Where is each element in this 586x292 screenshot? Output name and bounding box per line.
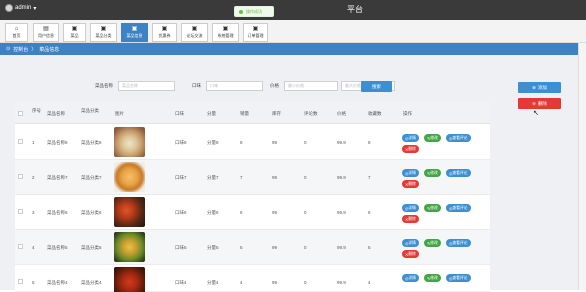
- toast-message: 操作成功: [246, 8, 262, 14]
- grid-icon: ▣: [71, 26, 78, 32]
- grid-icon: ▣: [131, 26, 138, 32]
- mouse-cursor-icon: ↖: [533, 110, 539, 117]
- tab-dish-category[interactable]: ▣ 菜品分类: [90, 23, 117, 42]
- scrollbar[interactable]: [578, 43, 586, 290]
- header-favorites: 收藏数: [368, 111, 382, 116]
- dish-image: [114, 127, 145, 157]
- grid-icon: ▣: [191, 26, 198, 32]
- chevron-down-icon: ▾: [33, 5, 37, 12]
- tab-coupons[interactable]: ▣ 优惠券: [152, 23, 177, 42]
- tab-home[interactable]: ⌂ 首页: [5, 23, 28, 42]
- header-image: 图片: [115, 111, 124, 116]
- price-label: 价格: [270, 83, 279, 88]
- header-name: 菜品名称: [47, 111, 65, 116]
- dashboard-icon: ⊙: [6, 46, 11, 52]
- dish-image: [114, 197, 145, 227]
- detail-button[interactable]: ◎ 详情: [402, 239, 419, 247]
- grid-icon: ▣: [161, 26, 168, 32]
- breadcrumb-separator-icon: 〉: [31, 46, 37, 53]
- header-portion: 分量: [207, 111, 216, 116]
- view-comments-button[interactable]: ◎ 查看评论: [446, 239, 471, 247]
- tab-dish-info[interactable]: ▣ 菜品信息: [121, 23, 148, 42]
- delete-button[interactable]: ✕ 删除: [402, 215, 419, 223]
- view-comments-button[interactable]: ◎ 查看评论: [446, 274, 471, 282]
- delete-icon: ⊖: [532, 100, 536, 106]
- detail-button[interactable]: ◎ 详情: [402, 169, 419, 177]
- main-content: 菜品名称 菜品名称 口味 口味 价格 最小价格 最大价格 搜索 ⊕ 添加 ⊖ 删除 …: [0, 55, 586, 292]
- tab-orders[interactable]: ▣ 订单管理: [243, 23, 268, 42]
- row-checkbox[interactable]: [18, 244, 23, 249]
- table-row: 5 菜品名称4 菜品分类4 口味4 分量4 4 99 0 99.9 4 ◎ 详情…: [15, 265, 490, 292]
- row-checkbox[interactable]: [18, 174, 23, 179]
- app-title: 平台: [347, 5, 363, 14]
- breadcrumb: ⊙ 控制台 〉 菜品信息: [0, 43, 586, 55]
- user-list-icon: ▤: [43, 26, 49, 32]
- success-toast: 操作成功: [234, 6, 274, 17]
- detail-button[interactable]: ◎ 详情: [402, 204, 419, 212]
- header-comments: 评论数: [304, 111, 318, 116]
- edit-button[interactable]: ✎ 修改: [424, 239, 441, 247]
- view-comments-button[interactable]: ◎ 查看评论: [446, 204, 471, 212]
- row-checkbox[interactable]: [18, 209, 23, 214]
- check-icon: [239, 9, 243, 14]
- user-menu[interactable]: admin ▾: [5, 4, 36, 12]
- grid-icon: ▣: [222, 26, 229, 32]
- plus-icon: ⊕: [532, 84, 536, 90]
- table-row: 1 菜品名称8 菜品分类8 口味8 分量8 8 99 0 99.9 8 ◎ 详情…: [15, 125, 490, 160]
- breadcrumb-home[interactable]: 控制台: [13, 46, 28, 53]
- table-row: 4 菜品名称5 菜品分类5 口味5 分量5 5 99 0 99.9 5 ◎ 详情…: [15, 230, 490, 265]
- home-icon: ⌂: [14, 26, 19, 32]
- tab-dishes[interactable]: ▣ 菜品: [63, 23, 86, 42]
- header-category: 菜品分类: [81, 108, 99, 113]
- delete-button[interactable]: ✕ 删除: [402, 250, 419, 258]
- edit-button[interactable]: ✎ 修改: [424, 134, 441, 142]
- row-checkbox[interactable]: [18, 279, 23, 284]
- grid-icon: ▣: [252, 26, 259, 32]
- tab-system[interactable]: ▣ 系统管理: [212, 23, 239, 42]
- breadcrumb-current: 菜品信息: [39, 46, 60, 53]
- search-form: 菜品名称 菜品名称 口味 口味 价格 最小价格 最大价格: [95, 81, 395, 91]
- header-price: 价格: [337, 111, 346, 116]
- header-no: 序号: [32, 108, 41, 113]
- delete-button[interactable]: ✕ 删除: [402, 180, 419, 188]
- name-label: 菜品名称: [95, 83, 113, 88]
- grid-icon: ▣: [100, 26, 107, 32]
- detail-button[interactable]: ◎ 详情: [402, 134, 419, 142]
- avatar: [5, 4, 13, 12]
- name-search-input[interactable]: 菜品名称: [118, 81, 175, 91]
- dish-image: [114, 232, 145, 262]
- edit-button[interactable]: ✎ 修改: [424, 274, 441, 282]
- dish-image: [114, 267, 145, 292]
- price-min-input[interactable]: 最小价格: [284, 81, 338, 91]
- batch-delete-button[interactable]: ⊖ 删除: [518, 98, 561, 109]
- add-button[interactable]: ⊕ 添加: [518, 82, 561, 93]
- select-all-checkbox[interactable]: [18, 111, 23, 116]
- taste-label: 口味: [192, 83, 201, 88]
- table-row: 2 菜品名称7 菜品分类7 口味7 分量7 7 99 0 99.9 7 ◎ 详情…: [15, 160, 490, 195]
- taste-search-input[interactable]: 口味: [206, 81, 263, 91]
- header-taste: 口味: [175, 111, 184, 116]
- detail-button[interactable]: ◎ 详情: [402, 274, 419, 282]
- dish-image: [114, 162, 145, 192]
- delete-button[interactable]: ✕ 删除: [402, 145, 419, 153]
- row-checkbox[interactable]: [18, 139, 23, 144]
- nav-bar: ⌂ 首页 ▤ 用户信息 ▣ 菜品 ▣ 菜品分类 ▣ 菜品信息 ▣ 优惠券 ▣ 论坛交流 ▣ 系统…: [0, 20, 586, 43]
- header-actions: 操作: [403, 111, 412, 116]
- table-row: 3 菜品名称6 菜品分类6 口味6 分量6 6 99 0 99.9 6 ◎ 详情…: [15, 195, 490, 230]
- tab-forum[interactable]: ▣ 论坛交流: [181, 23, 208, 42]
- edit-button[interactable]: ✎ 修改: [424, 169, 441, 177]
- view-comments-button[interactable]: ◎ 查看评论: [446, 134, 471, 142]
- header-stock: 库存: [272, 111, 281, 116]
- header-sales: 销量: [240, 111, 249, 116]
- view-comments-button[interactable]: ◎ 查看评论: [446, 169, 471, 177]
- data-table: 序号 菜品名称 菜品分类 图片 口味 分量 销量 库存 评论数 价格 收藏数 操…: [15, 102, 490, 292]
- top-bar: admin ▾ 平台: [0, 0, 586, 20]
- search-button[interactable]: 搜索: [361, 81, 392, 92]
- edit-button[interactable]: ✎ 修改: [424, 204, 441, 212]
- table-header: 序号 菜品名称 菜品分类 图片 口味 分量 销量 库存 评论数 价格 收藏数 操…: [15, 102, 490, 124]
- tab-users[interactable]: ▤ 用户信息: [33, 23, 59, 42]
- username: admin: [15, 5, 32, 11]
